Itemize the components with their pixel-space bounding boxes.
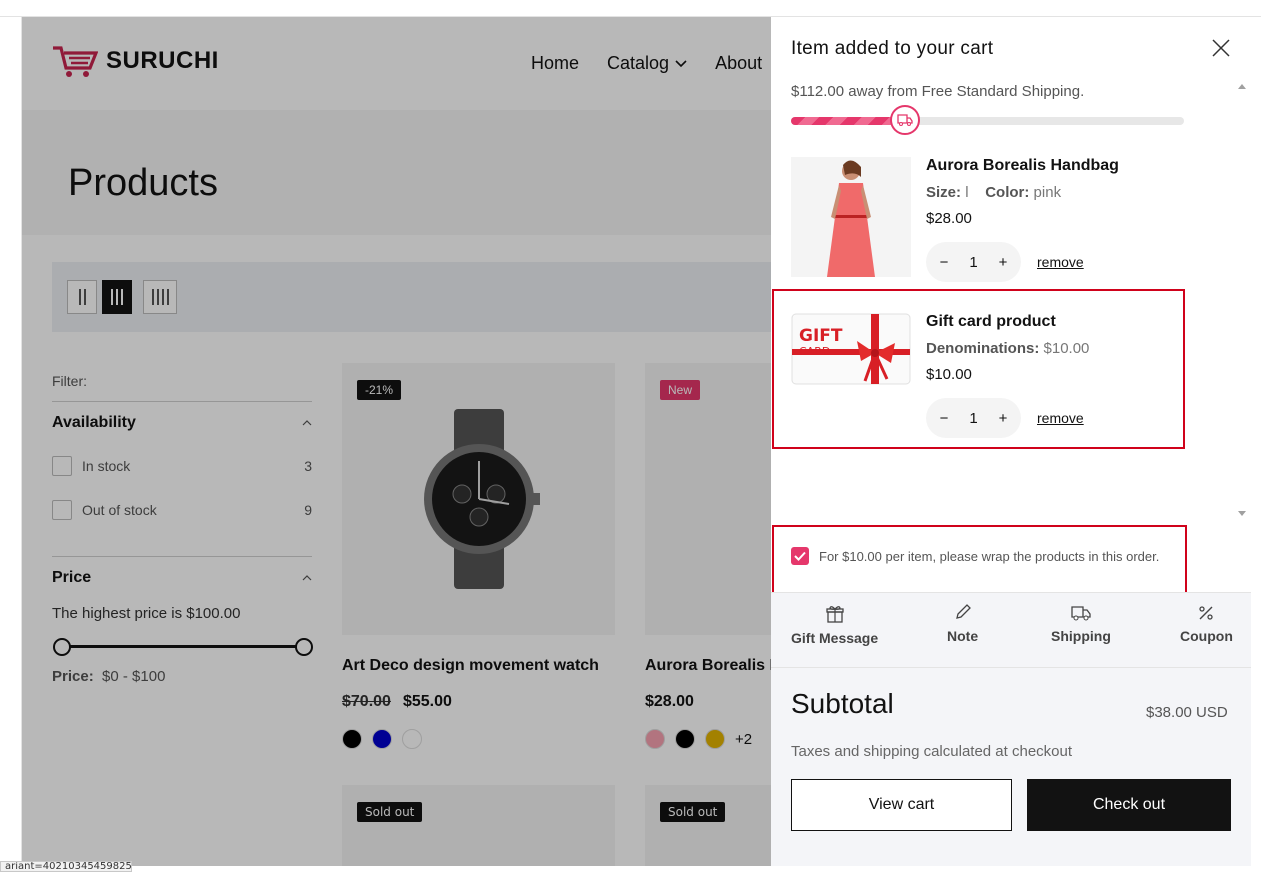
shipping-progress-text: $112.00 away from Free Standard Shipping… <box>791 83 1085 100</box>
cart-item-image[interactable] <box>791 157 911 277</box>
gift-card-sublabel: CARD <box>799 345 830 358</box>
cart-item-price: $10.00 <box>926 366 972 383</box>
gift-card-label: GIFT <box>799 326 843 346</box>
truck-icon <box>890 105 920 135</box>
minus-icon[interactable]: − <box>936 410 952 427</box>
cart-item-image[interactable]: GIFT CARD <box>791 313 911 385</box>
action-label: Note <box>947 628 979 644</box>
gift-message-button[interactable]: Gift Message <box>791 605 878 646</box>
browser-left-strip <box>0 17 22 872</box>
close-icon[interactable] <box>1211 38 1231 58</box>
remove-link[interactable]: remove <box>1037 410 1084 426</box>
action-label: Gift Message <box>791 630 879 646</box>
quantity-stepper: − 1 + <box>926 398 1021 438</box>
shipping-progress-bar <box>791 117 1184 125</box>
gift-card-image: GIFT CARD <box>791 313 911 385</box>
gift-wrap-checkbox[interactable] <box>791 547 809 565</box>
cart-item-price: $28.00 <box>926 210 972 227</box>
color-label: Color: <box>985 184 1030 201</box>
size-label: Size: <box>926 184 962 201</box>
plus-icon[interactable]: + <box>995 254 1011 271</box>
cart-item-controls: − 1 + remove <box>926 242 1206 282</box>
view-cart-button[interactable]: View cart <box>791 779 1012 831</box>
denominations-value: $10.00 <box>1043 340 1090 357</box>
note-button[interactable]: Note <box>947 603 978 644</box>
cart-item-info: Aurora Borealis Handbag Size: l Color: p… <box>926 157 1206 282</box>
shipping-button[interactable]: Shipping <box>1051 605 1111 644</box>
subtotal-label: Subtotal <box>791 688 894 719</box>
quantity-value[interactable]: 1 <box>966 410 982 427</box>
coupon-button[interactable]: Coupon <box>1180 605 1233 644</box>
cart-item-options: Size: l Color: pink <box>926 184 1206 201</box>
shipping-progress-fill <box>791 117 905 125</box>
plus-icon[interactable]: + <box>995 410 1011 427</box>
tax-note: Taxes and shipping calculated at checkou… <box>791 743 1073 760</box>
subtotal-value: $38.00 USD <box>1146 704 1228 721</box>
pencil-icon <box>955 604 971 619</box>
cart-item-title[interactable]: Gift card product <box>926 313 1206 331</box>
cart-item-info: Gift card product Denominations: $10.00 … <box>926 313 1206 438</box>
percent-icon <box>1199 606 1214 620</box>
quantity-stepper: − 1 + <box>926 242 1021 282</box>
cart-drawer-title: Item added to your cart <box>791 38 994 59</box>
cart-item-options: Denominations: $10.00 <box>926 340 1206 357</box>
cart-item-title[interactable]: Aurora Borealis Handbag <box>926 157 1206 175</box>
denominations-label: Denominations: <box>926 340 1040 357</box>
dress-model-image <box>791 157 911 277</box>
cart-item-controls: − 1 + remove <box>926 398 1206 438</box>
size-value: l <box>965 184 969 201</box>
action-label: Coupon <box>1180 628 1233 644</box>
scroll-up-arrow[interactable] <box>1238 84 1246 89</box>
cart-drawer: Item added to your cart $112.00 away fro… <box>771 17 1251 866</box>
cart-footer: Subtotal $38.00 USD Taxes and shipping c… <box>771 668 1251 866</box>
checkmark-icon <box>794 551 806 561</box>
cart-actions-bar: Gift Message Note Shipping Coupon <box>771 592 1251 668</box>
cart-scrollbar[interactable] <box>1234 80 1250 520</box>
color-value: pink <box>1033 184 1062 201</box>
action-label: Shipping <box>1051 628 1111 644</box>
scroll-down-arrow[interactable] <box>1238 511 1246 516</box>
browser-top-strip <box>0 0 1261 17</box>
truck-icon <box>1071 606 1091 621</box>
gift-icon <box>825 606 844 623</box>
minus-icon[interactable]: − <box>936 254 952 271</box>
remove-link[interactable]: remove <box>1037 254 1084 270</box>
gift-wrap-option[interactable]: For $10.00 per item, please wrap the pro… <box>791 547 1159 565</box>
quantity-value[interactable]: 1 <box>966 254 982 271</box>
status-bar-url: ariant=40210345459825 <box>0 861 132 872</box>
checkout-button[interactable]: Check out <box>1027 779 1231 831</box>
gift-wrap-label: For $10.00 per item, please wrap the pro… <box>819 548 1160 564</box>
